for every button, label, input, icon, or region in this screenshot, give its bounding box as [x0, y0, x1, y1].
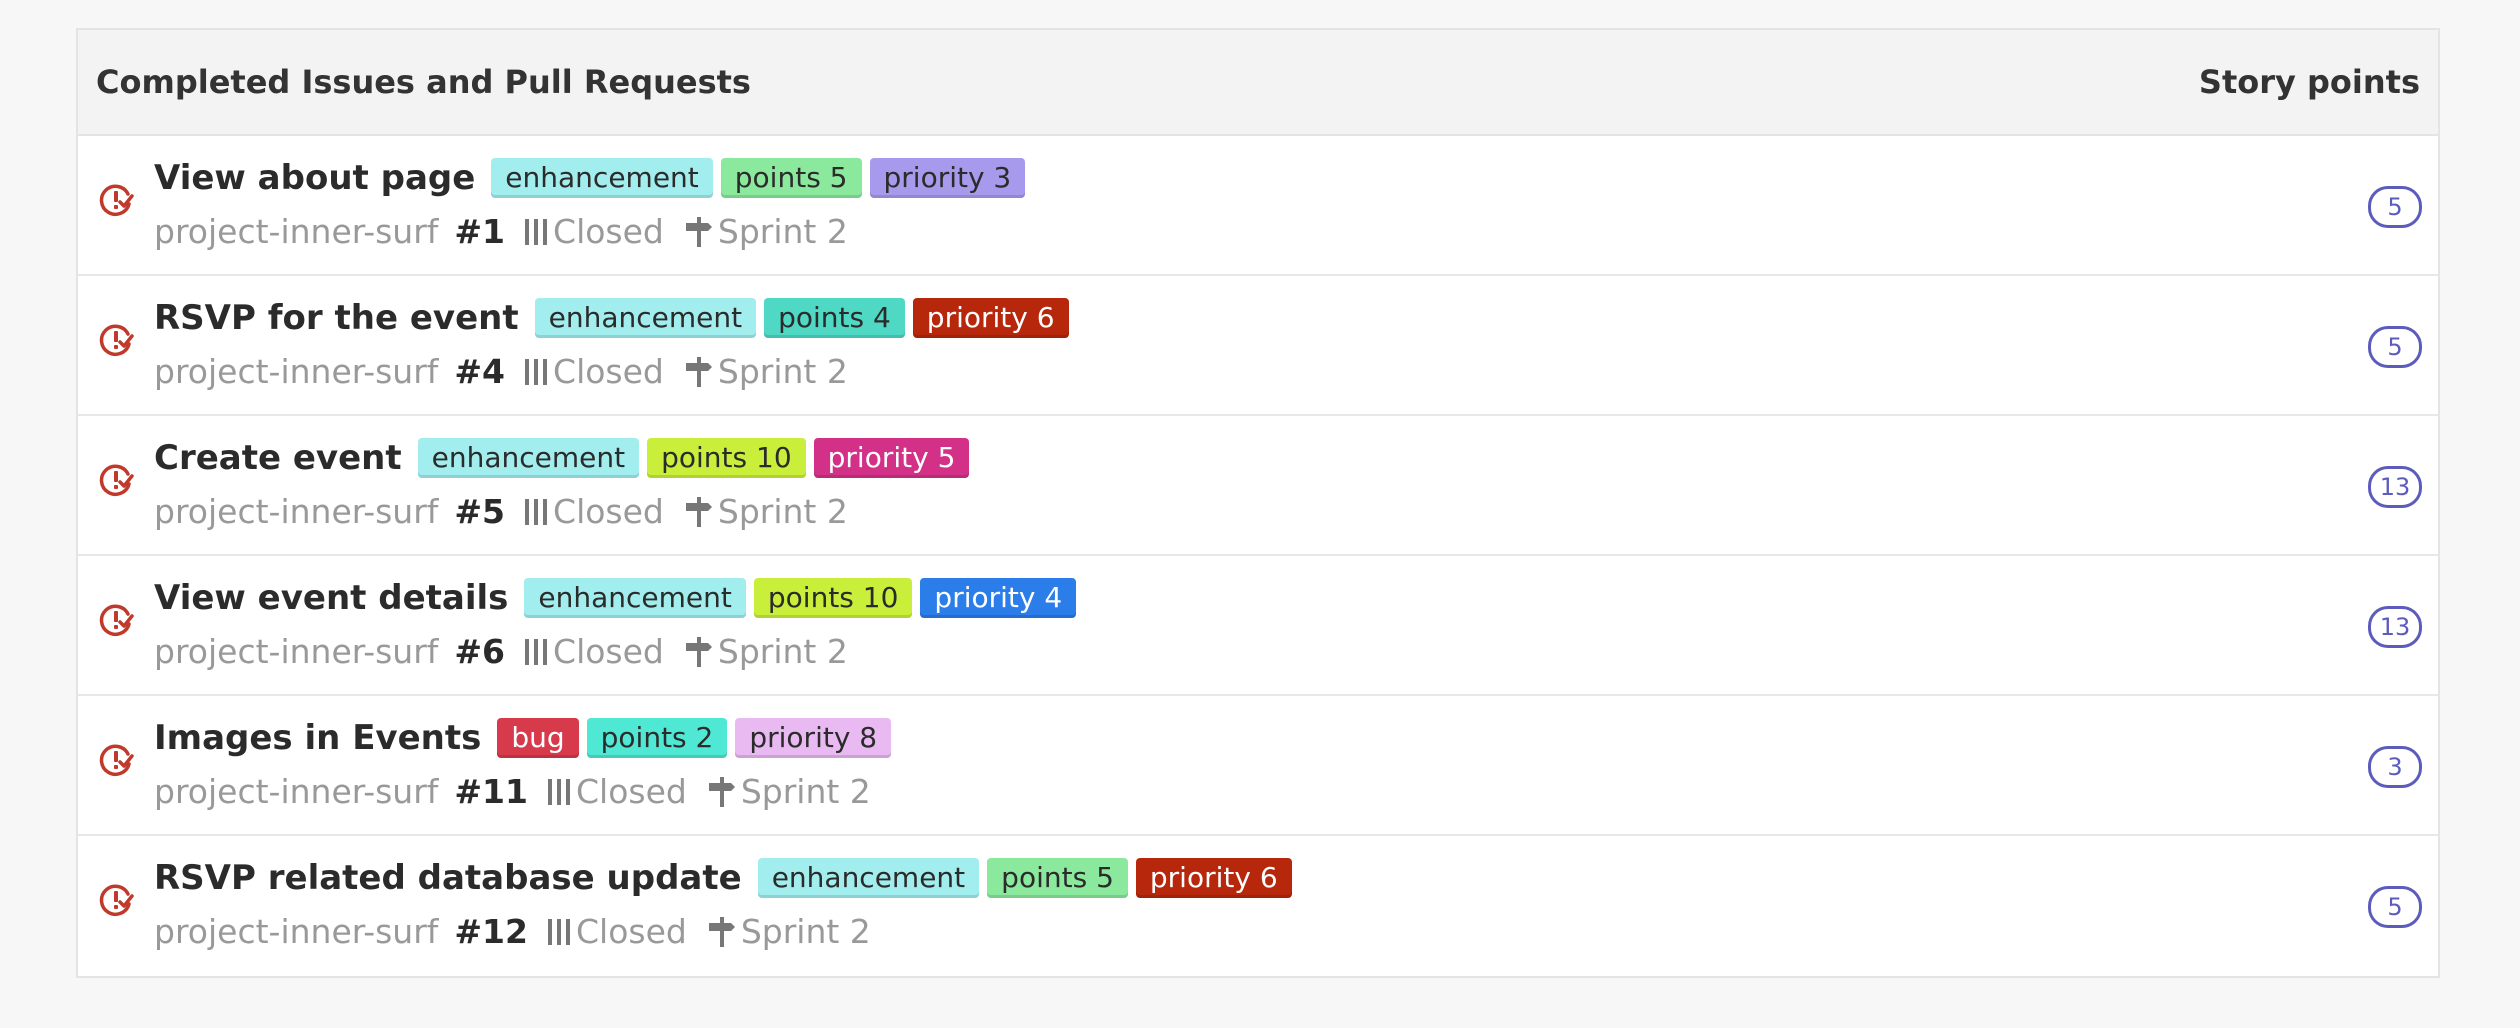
issue-number[interactable]: #6 [454, 632, 505, 671]
issue-label[interactable]: priority 3 [869, 158, 1026, 198]
story-points-badge: 13 [2368, 466, 2422, 508]
milestone-icon [685, 496, 712, 527]
panel-header: Completed Issues and Pull Requests Story… [78, 30, 2438, 136]
issue-number[interactable]: #11 [454, 772, 528, 811]
panel-title: Completed Issues and Pull Requests [96, 63, 751, 101]
issue-closed-icon [99, 604, 134, 637]
repo-name[interactable]: project-inner-surf [154, 772, 438, 811]
milestone-icon [708, 916, 735, 947]
issue-label[interactable]: points 10 [753, 578, 913, 618]
repo-name[interactable]: project-inner-surf [154, 352, 438, 391]
issue-label[interactable]: priority 4 [920, 578, 1077, 618]
issue-label[interactable]: enhancement [524, 578, 746, 618]
issue-label[interactable]: enhancement [491, 158, 713, 198]
issue-title-link[interactable]: Images in Events [154, 718, 481, 758]
issue-status: Closed [553, 212, 664, 251]
story-points-badge: 5 [2368, 326, 2422, 368]
issue-closed-icon [99, 324, 134, 357]
repo-name[interactable]: project-inner-surf [154, 632, 438, 671]
issue-label[interactable]: enhancement [757, 858, 980, 898]
issue-title-line: View about page enhancement points 5 priori… [154, 158, 1033, 198]
issue-number[interactable]: #1 [454, 212, 505, 251]
issue-label[interactable]: bug [497, 718, 579, 758]
issue-label[interactable]: priority 8 [735, 718, 892, 758]
milestone-icon [685, 216, 712, 247]
project-board-icon [525, 498, 548, 525]
milestone-icon [685, 356, 712, 387]
issue-title-link[interactable]: RSVP related database update [154, 858, 742, 898]
project-board-icon [547, 778, 570, 805]
issue-label[interactable]: points 4 [764, 298, 905, 338]
issue-status: Closed [553, 632, 664, 671]
sprint-milestone[interactable]: Sprint 2 [741, 912, 871, 951]
issue-label[interactable]: points 5 [987, 858, 1128, 898]
issue-label[interactable]: points 2 [586, 718, 728, 758]
issue-label[interactable]: priority 6 [1135, 858, 1292, 898]
issue-row[interactable]: View event details enhancement points 10 pr… [78, 556, 2438, 696]
issue-row[interactable]: Images in Events bug points 2 priority 8 pro… [78, 696, 2438, 836]
issue-closed-icon [99, 464, 134, 497]
completed-issues-panel: Completed Issues and Pull Requests Story… [76, 28, 2440, 978]
issue-number[interactable]: #4 [454, 352, 505, 391]
issue-status: Closed [553, 492, 664, 531]
issue-title-line: View event details enhancement points 10 pr… [154, 578, 1084, 618]
issue-row[interactable]: Create event enhancement points 10 priority… [78, 416, 2438, 556]
issue-row[interactable]: RSVP for the event enhancement points 4 pri… [78, 276, 2438, 416]
milestone-icon [708, 776, 735, 807]
issue-title-link[interactable]: View event details [154, 578, 508, 618]
issue-title-line: RSVP related database update enhancement p… [154, 858, 1300, 898]
issue-title-line: Images in Events bug points 2 priority 8 [154, 718, 899, 758]
issue-meta-line: project-inner-surf #6 Closed Sprint 2 [154, 632, 848, 671]
issue-meta-line: project-inner-surf #11 Closed Sprint 2 [154, 772, 871, 811]
issue-row[interactable]: View about page enhancement points 5 priori… [78, 136, 2438, 276]
issue-label[interactable]: enhancement [417, 438, 640, 478]
issue-meta-line: project-inner-surf #4 Closed Sprint 2 [154, 352, 848, 391]
repo-name[interactable]: project-inner-surf [154, 212, 438, 251]
issue-title-line: RSVP for the event enhancement points 4 pri… [154, 298, 1077, 338]
sprint-milestone[interactable]: Sprint 2 [718, 632, 848, 671]
issue-closed-icon [99, 184, 134, 217]
issue-meta-line: project-inner-surf #12 Closed Sprint 2 [154, 912, 871, 951]
issue-title-line: Create event enhancement points 10 priority… [154, 438, 977, 478]
repo-name[interactable]: project-inner-surf [154, 492, 438, 531]
repo-name[interactable]: project-inner-surf [154, 912, 438, 951]
issue-number[interactable]: #12 [454, 912, 528, 951]
project-board-icon [525, 218, 548, 245]
sprint-milestone[interactable]: Sprint 2 [718, 212, 848, 251]
issue-label[interactable]: priority 5 [813, 438, 970, 478]
issue-label[interactable]: points 10 [647, 438, 806, 478]
milestone-icon [685, 636, 712, 667]
issue-status: Closed [575, 772, 687, 811]
issue-status: Closed [553, 352, 664, 391]
issue-label[interactable]: enhancement [534, 298, 757, 338]
issue-list: View about page enhancement points 5 priori… [78, 136, 2438, 976]
issue-meta-line: project-inner-surf #5 Closed Sprint 2 [154, 492, 848, 531]
sprint-milestone[interactable]: Sprint 2 [718, 352, 848, 391]
story-points-badge: 13 [2368, 606, 2422, 648]
issue-meta-line: project-inner-surf #1 Closed Sprint 2 [154, 212, 848, 251]
sprint-milestone[interactable]: Sprint 2 [718, 492, 848, 531]
story-points-badge: 5 [2368, 886, 2422, 928]
sprint-milestone[interactable]: Sprint 2 [741, 772, 871, 811]
project-board-icon [525, 638, 548, 665]
issue-label[interactable]: points 5 [720, 158, 862, 198]
issue-status: Closed [575, 912, 687, 951]
issue-closed-icon [99, 884, 134, 917]
issue-title-link[interactable]: RSVP for the event [154, 298, 519, 338]
story-points-badge: 5 [2368, 186, 2422, 228]
issue-title-link[interactable]: View about page [154, 158, 475, 198]
project-board-icon [547, 918, 570, 945]
issue-title-link[interactable]: Create event [154, 438, 402, 478]
issue-closed-icon [99, 744, 134, 777]
story-points-column-title: Story points [2198, 63, 2420, 101]
project-board-icon [525, 358, 548, 385]
issue-label[interactable]: priority 6 [912, 298, 1069, 338]
issue-row[interactable]: RSVP related database update enhancement p… [78, 836, 2438, 976]
issue-number[interactable]: #5 [454, 492, 505, 531]
story-points-badge: 3 [2368, 746, 2422, 788]
